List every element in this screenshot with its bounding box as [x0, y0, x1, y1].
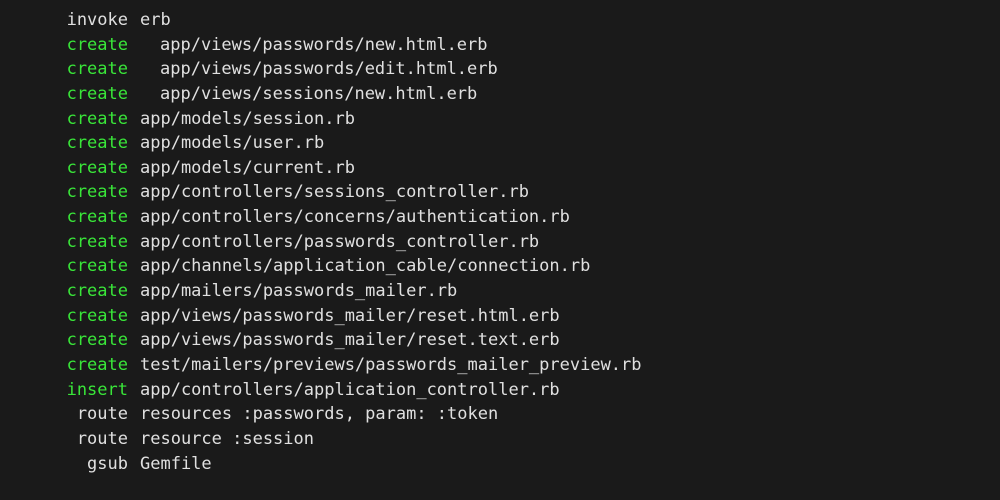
output-line: createapp/controllers/concerns/authentic… [0, 205, 1000, 230]
file-path: resource :session [128, 427, 314, 452]
output-line: createapp/views/passwords_mailer/reset.t… [0, 328, 1000, 353]
action-label: create [0, 33, 128, 58]
output-line: createapp/channels/application_cable/con… [0, 254, 1000, 279]
output-line: createapp/views/sessions/new.html.erb [0, 82, 1000, 107]
file-path: app/views/passwords/edit.html.erb [128, 57, 498, 82]
action-label: create [0, 131, 128, 156]
action-label: create [0, 156, 128, 181]
file-path: app/mailers/passwords_mailer.rb [128, 279, 457, 304]
file-path: resources :passwords, param: :token [128, 402, 498, 427]
file-path: test/mailers/previews/passwords_mailer_p… [128, 353, 642, 378]
file-path: app/channels/application_cable/connectio… [128, 254, 590, 279]
output-line: createapp/models/user.rb [0, 131, 1000, 156]
file-path: app/views/passwords_mailer/reset.text.er… [128, 328, 560, 353]
action-label: create [0, 279, 128, 304]
file-path: app/controllers/concerns/authentication.… [128, 205, 570, 230]
output-line: createapp/views/passwords/edit.html.erb [0, 57, 1000, 82]
file-path: app/models/current.rb [128, 156, 355, 181]
file-path: app/models/session.rb [128, 107, 355, 132]
output-line: createapp/models/session.rb [0, 107, 1000, 132]
file-path: app/models/user.rb [128, 131, 324, 156]
action-label: invoke [0, 8, 128, 33]
output-line: gsubGemfile [0, 452, 1000, 477]
output-line: createapp/views/passwords_mailer/reset.h… [0, 304, 1000, 329]
file-path: app/controllers/sessions_controller.rb [128, 180, 529, 205]
action-label: create [0, 205, 128, 230]
output-line: createapp/controllers/sessions_controlle… [0, 180, 1000, 205]
action-label: insert [0, 378, 128, 403]
action-label: gsub [0, 452, 128, 477]
action-label: route [0, 427, 128, 452]
file-path: app/controllers/application_controller.r… [128, 378, 560, 403]
action-label: route [0, 402, 128, 427]
file-path: Gemfile [128, 452, 212, 477]
action-label: create [0, 328, 128, 353]
output-line: createtest/mailers/previews/passwords_ma… [0, 353, 1000, 378]
file-path: app/controllers/passwords_controller.rb [128, 230, 539, 255]
output-line: createapp/controllers/passwords_controll… [0, 230, 1000, 255]
output-line: routeresource :session [0, 427, 1000, 452]
action-label: create [0, 107, 128, 132]
output-line: createapp/mailers/passwords_mailer.rb [0, 279, 1000, 304]
file-path: erb [128, 8, 171, 33]
file-path: app/views/sessions/new.html.erb [128, 82, 477, 107]
output-line: insertapp/controllers/application_contro… [0, 378, 1000, 403]
action-label: create [0, 304, 128, 329]
output-line: createapp/views/passwords/new.html.erb [0, 33, 1000, 58]
terminal-output: invokeerbcreateapp/views/passwords/new.h… [0, 8, 1000, 476]
action-label: create [0, 180, 128, 205]
file-path: app/views/passwords_mailer/reset.html.er… [128, 304, 560, 329]
action-label: create [0, 230, 128, 255]
output-line: invokeerb [0, 8, 1000, 33]
action-label: create [0, 82, 128, 107]
action-label: create [0, 254, 128, 279]
output-line: createapp/models/current.rb [0, 156, 1000, 181]
file-path: app/views/passwords/new.html.erb [128, 33, 488, 58]
action-label: create [0, 57, 128, 82]
output-line: routeresources :passwords, param: :token [0, 402, 1000, 427]
action-label: create [0, 353, 128, 378]
